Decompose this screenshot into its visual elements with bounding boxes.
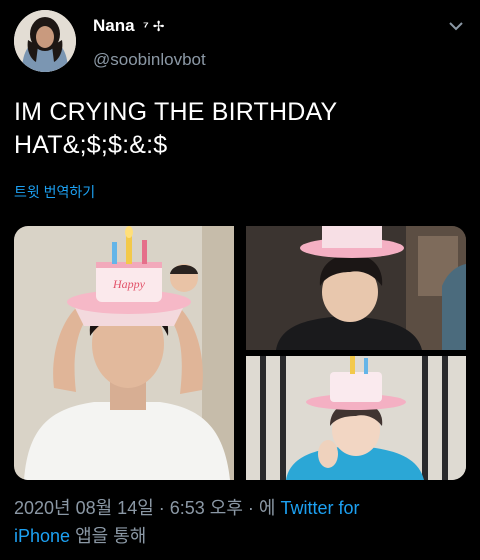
media-grid: Happy [14, 226, 466, 480]
media-photo-3[interactable] [246, 356, 466, 480]
source-suffix: 앱을 통해 [75, 526, 147, 546]
source-link-line-1[interactable]: Twitter for [281, 498, 360, 518]
chevron-down-icon[interactable] [446, 18, 466, 34]
source-link-line-2[interactable]: iPhone [14, 526, 70, 546]
media-photo-2[interactable] [246, 226, 466, 350]
tweet-text-line-2: HAT&;$;$:&:$ [14, 131, 168, 159]
tweet-meta-line-2: iPhone 앱을 통해 [14, 522, 466, 550]
tweet-timestamp[interactable]: 2020년 08월 14일 · 6:53 오후 · 에 [14, 498, 275, 518]
tweet-header: Nana ⁷ ✢ @soobinlovbot [14, 10, 466, 74]
display-name[interactable]: Nana [93, 16, 135, 35]
tweet-meta-line-1: 2020년 08월 14일 · 6:53 오후 · 에 Twitter for [14, 494, 466, 522]
media-photo-1[interactable]: Happy [14, 226, 234, 480]
tweet-text: IM CRYING THE BIRTHDAY HAT&;$;$:&:$ [14, 96, 466, 162]
user-names: Nana ⁷ ✢ @soobinlovbot [93, 16, 206, 69]
user-handle[interactable]: @soobinlovbot [93, 50, 206, 70]
hat-text: Happy [112, 277, 146, 291]
translate-tweet-link[interactable]: 트윗 번역하기 [14, 182, 95, 202]
tweet-text-line-1: IM CRYING THE BIRTHDAY [14, 98, 338, 126]
name-suffix: ⁷ ✢ [143, 18, 165, 34]
tweet-footer: 2020년 08월 14일 · 6:53 오후 · 에 Twitter for … [14, 494, 466, 550]
avatar[interactable] [14, 10, 76, 72]
